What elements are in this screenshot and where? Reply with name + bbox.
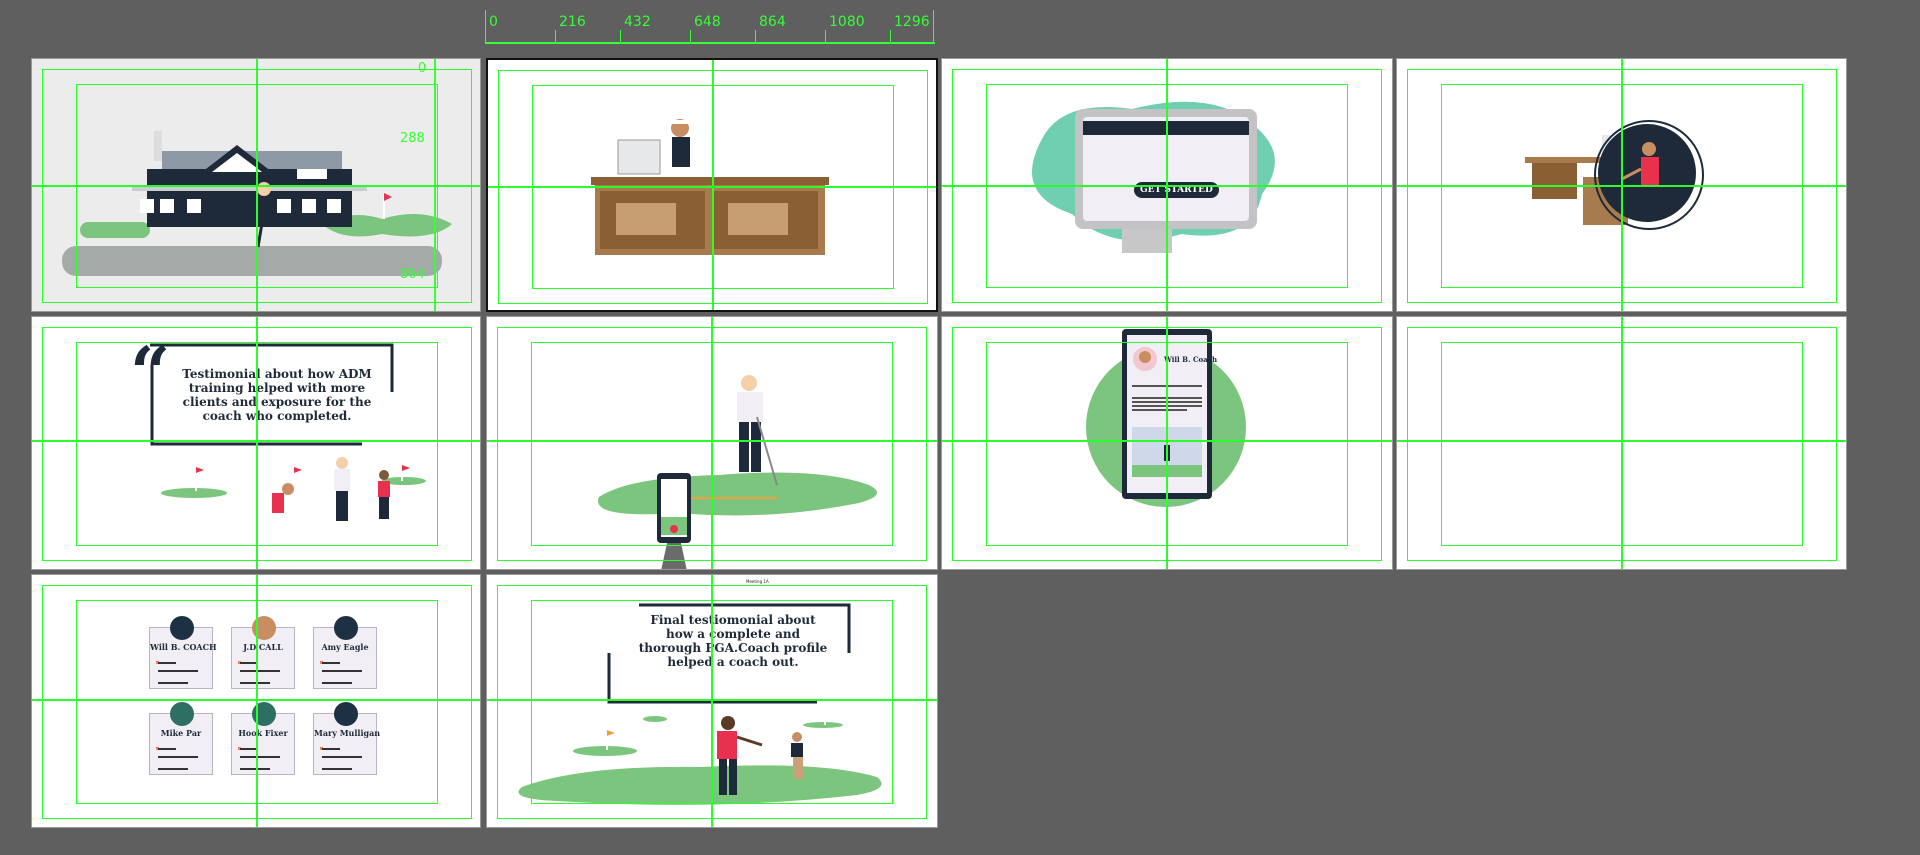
artboard-10[interactable]: Final testiomonial about how a complete … — [486, 574, 938, 828]
testimonial-quote: Testimonial about how ADM training helpe… — [182, 367, 372, 424]
card-line — [240, 756, 280, 758]
get-started-button[interactable]: GET STARTED — [1134, 182, 1219, 198]
center-guide-h — [32, 699, 480, 701]
ruler-tick — [690, 30, 691, 44]
ruler-tick — [825, 30, 826, 44]
profile-name: Will B. Coach — [1164, 355, 1218, 364]
ruler-baseline — [485, 42, 935, 44]
card-line — [158, 682, 188, 684]
artboard-6[interactable] — [486, 316, 938, 570]
artboard-4[interactable] — [1396, 58, 1847, 312]
artboard-caption: Meeting 1A — [746, 579, 769, 584]
center-guide-h — [1397, 440, 1846, 442]
coach-name: Hook Fixer — [238, 728, 288, 738]
artboard-8[interactable] — [1396, 316, 1847, 570]
coach-card[interactable]: Mike Par — [149, 702, 213, 775]
coach-card[interactable]: Mary Mulligan — [313, 702, 381, 775]
coach-avatar — [334, 702, 358, 726]
ruler-tick — [620, 30, 621, 44]
coach-avatar — [334, 616, 358, 640]
testimonial-illustration: “ — [130, 331, 426, 521]
artboard-1[interactable]: 0 288 864 — [31, 58, 481, 312]
coach-name: Mike Par — [160, 728, 202, 738]
card-line — [240, 682, 270, 684]
card-line — [322, 768, 352, 770]
center-guide-v — [1621, 317, 1623, 569]
card-line — [322, 662, 340, 664]
coach-avatar — [252, 702, 276, 726]
card-line — [158, 756, 198, 758]
coach-avatar — [252, 616, 276, 640]
coach-card[interactable]: Amy Eagle — [313, 616, 377, 689]
card-line — [240, 670, 280, 672]
ruler-tick — [485, 10, 486, 44]
ruler-tick — [555, 30, 556, 44]
svg-text:“: “ — [130, 331, 170, 414]
golfer-phone-illustration — [598, 375, 877, 569]
card-line — [158, 662, 176, 664]
desk-circle-illustration — [1525, 120, 1704, 230]
coach-card[interactable]: Hook Fixer — [231, 702, 295, 775]
artboard-7[interactable]: Will B. Coach — [941, 316, 1393, 570]
artboard-5[interactable]: “ Testimonial about how ADM training hel… — [31, 316, 481, 570]
coach-name: Will B. COACH — [150, 642, 217, 652]
reception-desk-illustration — [591, 119, 829, 255]
ruler-tick — [755, 30, 756, 44]
side-ruler-label-864: 864 — [400, 267, 425, 282]
coach-avatar — [170, 616, 194, 640]
top-ruler[interactable]: 0 216 432 648 864 1080 1296 — [485, 10, 935, 44]
ruler-tick — [890, 30, 891, 44]
ruler-label-0: 0 — [489, 14, 498, 30]
coach-card[interactable]: Will B. COACH — [149, 616, 217, 689]
center-guide-v — [256, 575, 258, 827]
card-line — [322, 682, 352, 684]
ruler-tick — [933, 10, 934, 44]
ruler-label-864: 864 — [759, 14, 786, 30]
card-line — [158, 768, 188, 770]
final-testimonial-quote: Final testiomonial about how a complete … — [638, 613, 828, 670]
card-line — [240, 748, 258, 750]
side-ruler-label-0: 0 — [418, 61, 427, 76]
safe-area-outer — [1407, 327, 1837, 561]
card-line — [322, 756, 362, 758]
coach-name: Amy Eagle — [321, 642, 369, 652]
ruler-label-432: 432 — [624, 14, 651, 30]
card-line — [158, 670, 198, 672]
ruler-label-1080: 1080 — [829, 14, 865, 30]
artboard-3[interactable]: GET STARTED — [941, 58, 1393, 312]
coach-card[interactable]: J.D CALL — [231, 616, 295, 689]
card-line — [322, 748, 340, 750]
artboard-9[interactable]: Will B. COACH J.D CALL Amy Eagle Mike Pa… — [31, 574, 481, 828]
safe-area-inner — [1441, 342, 1803, 546]
card-line — [240, 768, 270, 770]
side-ruler-label-288: 288 — [400, 131, 425, 146]
side-ruler: 0 288 864 — [400, 59, 452, 311]
ruler-label-216: 216 — [559, 14, 586, 30]
artboard-2[interactable] — [486, 58, 938, 312]
coach-name: J.D CALL — [243, 642, 283, 652]
card-line — [240, 662, 258, 664]
ruler-label-648: 648 — [694, 14, 721, 30]
ruler-label-1296: 1296 — [894, 14, 930, 30]
card-line — [158, 748, 176, 750]
card-line — [322, 670, 362, 672]
coach-name: Mary Mulligan — [314, 728, 381, 738]
coach-avatar — [170, 702, 194, 726]
